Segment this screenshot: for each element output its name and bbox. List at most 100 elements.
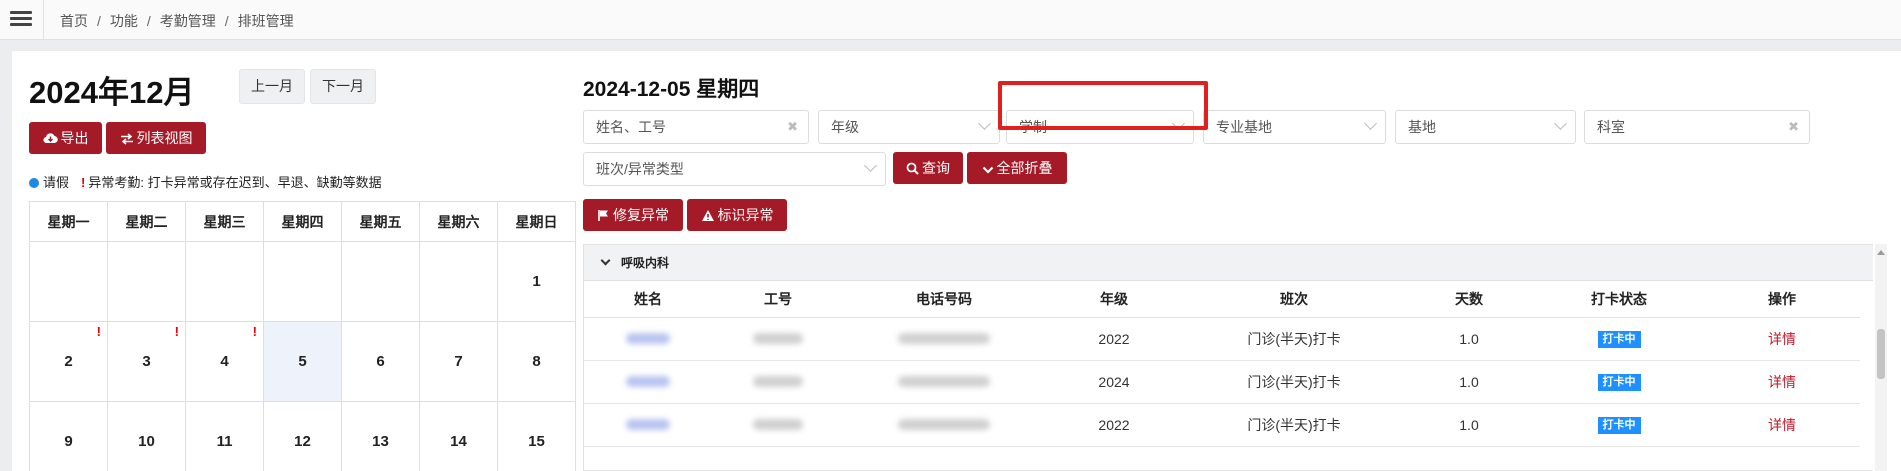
column-header: 工号 xyxy=(712,281,844,318)
top-bar: 首页 / 功能 / 考勤管理 / 排班管理 xyxy=(0,0,1901,40)
calendar-day[interactable]: 6 xyxy=(341,321,420,402)
calendar-day[interactable]: 12 xyxy=(263,401,342,471)
calendar-day[interactable]: 8 xyxy=(497,321,576,402)
column-header: 姓名 xyxy=(584,281,712,318)
export-button[interactable]: 导出 xyxy=(29,122,102,154)
calendar-day-number: 1 xyxy=(532,273,541,290)
calendar-day[interactable]: 14 xyxy=(419,401,498,471)
calendar-day[interactable]: 5 xyxy=(263,321,342,402)
name-blurred[interactable] xyxy=(626,332,670,344)
calendar-day-number: 9 xyxy=(64,433,73,450)
calendar-day[interactable]: 9 xyxy=(29,401,108,471)
base-major-placeholder: 专业基地 xyxy=(1216,119,1272,135)
calendar-day[interactable]: 7 xyxy=(419,321,498,402)
chevron-down-icon xyxy=(864,159,877,172)
query-button[interactable]: 查询 xyxy=(893,152,963,184)
calendar-day[interactable]: 3! xyxy=(107,321,186,402)
calendar-day-number: 2 xyxy=(64,353,73,370)
id-blurred xyxy=(753,375,803,387)
export-label: 导出 xyxy=(60,130,89,146)
column-header: 操作 xyxy=(1704,281,1860,318)
clear-icon[interactable]: ✖ xyxy=(787,111,798,143)
scroll-up-icon[interactable] xyxy=(1877,250,1885,255)
group-header[interactable]: 呼吸内科 xyxy=(584,245,1873,281)
scrollbar[interactable] xyxy=(1875,244,1887,471)
legend: 请假! 异常考勤: 打卡异常或存在迟到、早退、缺勤等数据 xyxy=(29,172,382,191)
calendar-day-number: 14 xyxy=(450,433,467,450)
shift-cell: 门诊(半天)打卡 xyxy=(1184,317,1404,361)
grade-cell: 2022 xyxy=(1044,317,1184,361)
mark-abnormal-button[interactable]: 标识异常 xyxy=(687,199,787,231)
chevron-down-icon xyxy=(1172,117,1185,130)
main-panel: 2024年12月 上一月 下一月 导出 列表视图 请假! 异常考勤: 打卡异常或存… xyxy=(12,51,1901,471)
collapse-all-button[interactable]: 全部折叠 xyxy=(967,152,1067,184)
calendar-empty-cell xyxy=(341,241,420,322)
prev-month-button[interactable]: 上一月 xyxy=(239,69,305,104)
name-search-input[interactable]: 姓名、工号 ✖ xyxy=(583,110,809,144)
breadcrumb-function[interactable]: 功能 xyxy=(110,13,138,29)
scroll-thumb[interactable] xyxy=(1877,329,1885,379)
base-select[interactable]: 基地 xyxy=(1395,110,1576,144)
table-row: 2022 门诊(半天)打卡 1.0 打卡中 详情 xyxy=(584,317,1860,361)
days-cell: 1.0 xyxy=(1404,403,1534,447)
abnormal-exclamation-icon: ! xyxy=(174,324,179,339)
abnormal-exclamation-icon: ! xyxy=(96,324,101,339)
detail-link[interactable]: 详情 xyxy=(1768,417,1796,433)
breadcrumb-attendance[interactable]: 考勤管理 xyxy=(160,13,216,29)
shift-cell: 门诊(半天)打卡 xyxy=(1184,360,1404,404)
detail-link[interactable]: 详情 xyxy=(1768,331,1796,347)
grade-cell: 2022 xyxy=(1044,403,1184,447)
warning-icon xyxy=(701,210,714,221)
fix-abnormal-label: 修复异常 xyxy=(613,207,669,223)
fix-abnormal-button[interactable]: 修复异常 xyxy=(583,199,683,231)
column-header: 打卡状态 xyxy=(1534,281,1704,318)
column-header: 电话号码 xyxy=(844,281,1044,318)
detail-link[interactable]: 详情 xyxy=(1768,374,1796,390)
weekday-header: 星期六 xyxy=(419,201,498,242)
days-cell: 1.0 xyxy=(1404,317,1534,361)
base-major-select[interactable]: 专业基地 xyxy=(1203,110,1386,144)
grade-placeholder: 年级 xyxy=(831,119,859,135)
collapse-all-label: 全部折叠 xyxy=(996,160,1053,176)
leave-dot-icon xyxy=(29,178,39,188)
calendar-empty-cell xyxy=(107,241,186,322)
name-blurred[interactable] xyxy=(626,418,670,430)
schedule-table: 姓名 工号 电话号码 年级 班次 天数 打卡状态 操作 2022 门诊(半天)打… xyxy=(584,281,1860,447)
calendar-day[interactable]: 13 xyxy=(341,401,420,471)
list-view-button[interactable]: 列表视图 xyxy=(106,122,206,154)
calendar-week-row: 9 10 11 12 13 14 15 xyxy=(29,401,576,471)
next-month-button[interactable]: 下一月 xyxy=(310,69,376,104)
dept-select[interactable]: 科室 ✖ xyxy=(1584,110,1810,144)
legend-abnormal: 异常考勤: 打卡异常或存在迟到、早退、缺勤等数据 xyxy=(88,175,382,190)
group-name: 呼吸内科 xyxy=(621,256,670,270)
clear-icon[interactable]: ✖ xyxy=(1788,111,1799,143)
grade-select[interactable]: 年级 xyxy=(818,110,1000,144)
status-badge: 打卡中 xyxy=(1597,331,1641,348)
shift-cell: 门诊(半天)打卡 xyxy=(1184,403,1404,447)
calendar-empty-cell xyxy=(29,241,108,322)
table-row: 2022 门诊(半天)打卡 1.0 打卡中 详情 xyxy=(584,403,1860,447)
flag-icon xyxy=(598,210,608,221)
column-header: 班次 xyxy=(1184,281,1404,318)
breadcrumb-home[interactable]: 首页 xyxy=(60,13,88,29)
status-badge: 打卡中 xyxy=(1597,374,1641,391)
calendar-day[interactable]: 1 xyxy=(497,241,576,322)
shift-type-select[interactable]: 班次/异常类型 xyxy=(583,152,886,186)
base-placeholder: 基地 xyxy=(1408,119,1436,135)
calendar-day[interactable]: 10 xyxy=(107,401,186,471)
selected-date-title: 2024-12-05 星期四 xyxy=(583,78,760,101)
exchange-icon xyxy=(120,133,133,145)
hamburger-menu-icon[interactable] xyxy=(10,9,32,29)
calendar-day-number: 15 xyxy=(528,433,545,450)
calendar-day[interactable]: 11 xyxy=(185,401,264,471)
abnormal-exclamation-icon: ! xyxy=(81,175,86,190)
breadcrumb-scheduling: 排班管理 xyxy=(237,13,294,29)
calendar-day[interactable]: 2! xyxy=(29,321,108,402)
name-blurred[interactable] xyxy=(626,375,670,387)
calendar-day[interactable]: 15 xyxy=(497,401,576,471)
chevron-down-icon xyxy=(1554,117,1567,130)
calendar-day[interactable]: 4! xyxy=(185,321,264,402)
system-select[interactable]: 学制 xyxy=(1006,110,1194,144)
divider xyxy=(43,0,44,40)
grade-cell: 2024 xyxy=(1044,360,1184,404)
